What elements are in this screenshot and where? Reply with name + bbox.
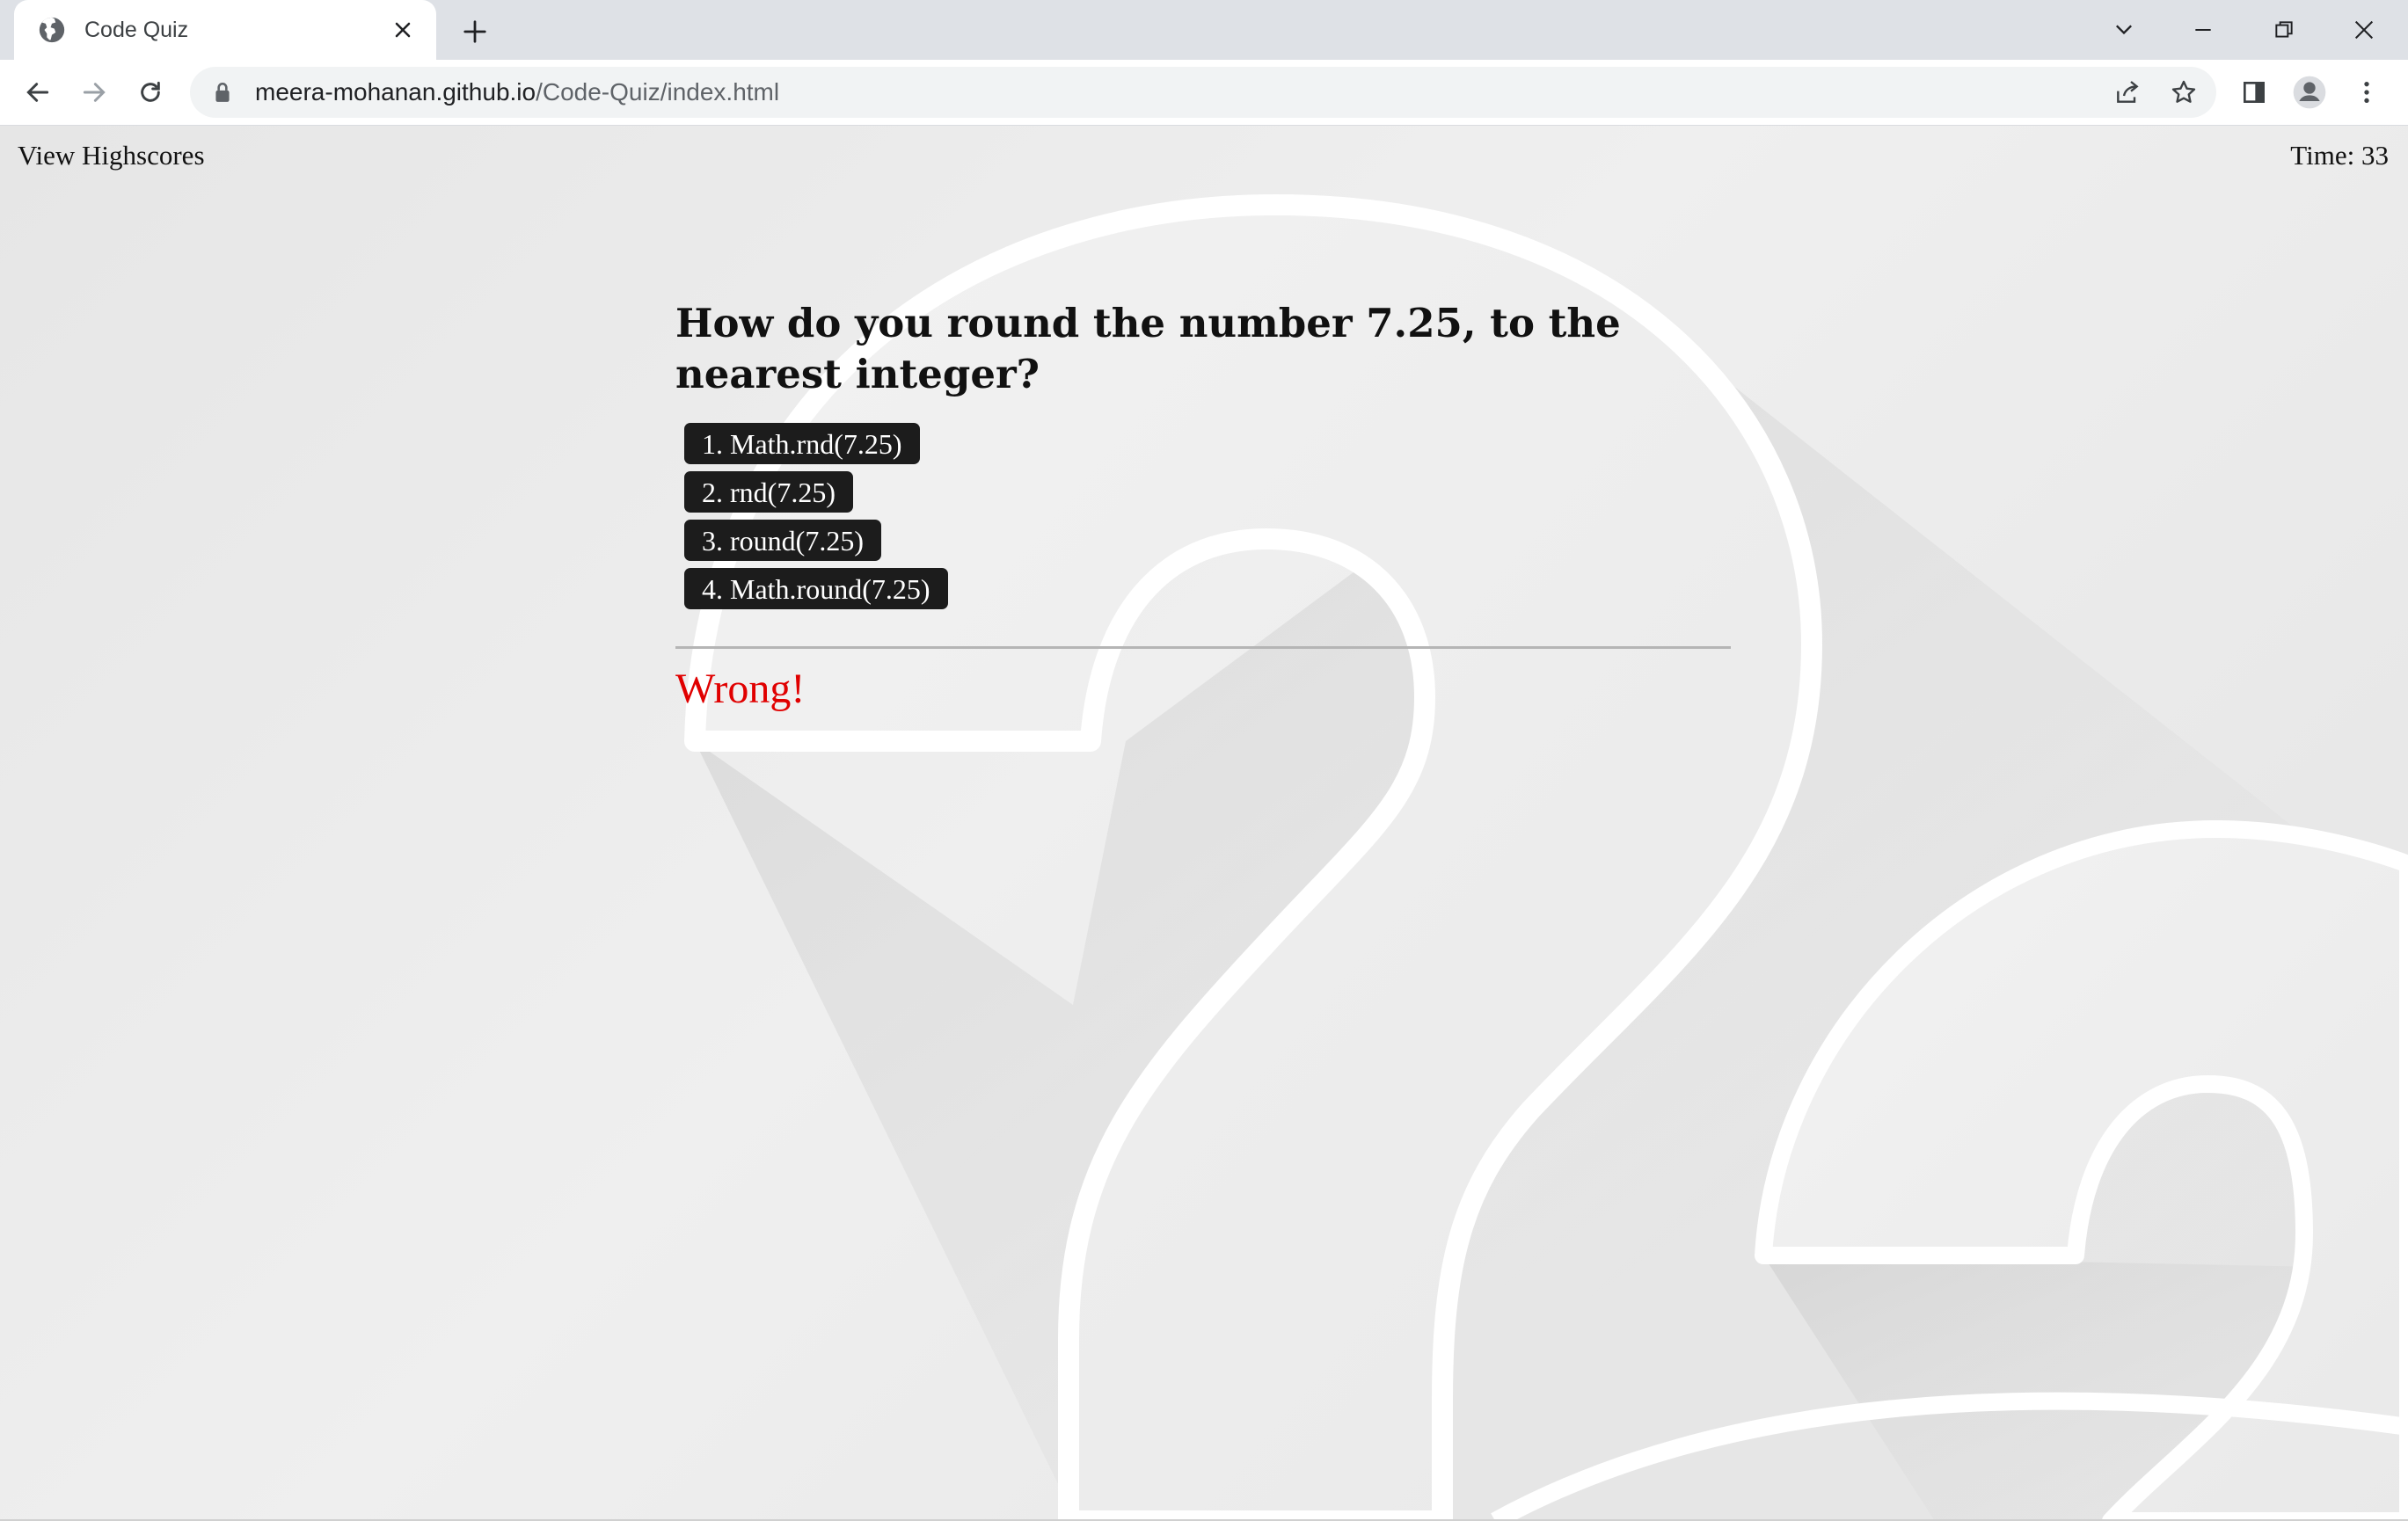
chevron-down-icon: [2116, 25, 2132, 35]
menu-button[interactable]: [2346, 72, 2387, 113]
choice-button-2[interactable]: 2. rnd(7.25): [684, 471, 853, 513]
side-panel-icon: [2244, 82, 2265, 103]
answer-feedback: Wrong!: [675, 666, 806, 712]
choice-button-3[interactable]: 3. round(7.25): [684, 520, 881, 561]
page-viewport: View Highscores Time: 33 How do you roun…: [0, 126, 2408, 1521]
question-title: How do you round the number 7.25, to the…: [675, 300, 1621, 397]
timer: Time: 33: [2290, 140, 2389, 171]
avatar-icon: [2293, 76, 2326, 109]
share-icon: [2117, 81, 2139, 103]
restore-button[interactable]: [2258, 9, 2310, 51]
lock-icon[interactable]: [213, 81, 232, 104]
close-tab-icon[interactable]: [390, 18, 415, 42]
globe-icon: [39, 17, 65, 43]
back-button[interactable]: [18, 72, 58, 113]
reload-button[interactable]: [130, 72, 171, 113]
tab-title: Code Quiz: [84, 17, 189, 42]
close-icon: [2354, 20, 2374, 40]
choice-button-4[interactable]: 4. Math.round(7.25): [684, 568, 948, 609]
restore-icon: [2275, 21, 2293, 38]
url-path: /Code-Quiz/index.html: [536, 78, 780, 106]
choice-list: 1. Math.rnd(7.25) 2. rnd(7.25) 3. round(…: [684, 423, 1731, 616]
kebab-menu-icon: [2364, 82, 2369, 103]
arrow-right-icon: [83, 83, 106, 102]
minimize-button[interactable]: [2177, 9, 2229, 51]
view-highscores-link[interactable]: View Highscores: [18, 140, 205, 171]
browser-tabstrip: Code Quiz: [0, 0, 2408, 60]
tab-search-button[interactable]: [2098, 9, 2150, 51]
arrow-left-icon: [26, 83, 49, 102]
quiz-card: How do you round the number 7.25, to the…: [675, 298, 1731, 713]
divider: [675, 646, 1731, 649]
minimize-icon: [2195, 29, 2211, 31]
address-bar[interactable]: meera-mohanan.github.io/Code-Quiz/index.…: [190, 67, 2216, 118]
bookmark-button[interactable]: [2165, 74, 2202, 111]
plus-icon: [463, 20, 486, 43]
star-icon: [2171, 80, 2196, 103]
browser-tab[interactable]: Code Quiz: [14, 0, 436, 60]
new-tab-button[interactable]: [456, 12, 494, 51]
profile-button[interactable]: [2289, 72, 2330, 113]
side-panel-button[interactable]: [2234, 72, 2274, 113]
reload-icon: [141, 81, 160, 102]
browser-toolbar: meera-mohanan.github.io/Code-Quiz/index.…: [0, 60, 2408, 126]
close-window-button[interactable]: [2338, 9, 2390, 51]
share-button[interactable]: [2109, 74, 2146, 111]
forward-button[interactable]: [74, 72, 114, 113]
choice-button-1[interactable]: 1. Math.rnd(7.25): [684, 423, 920, 464]
url-text: meera-mohanan.github.io/Code-Quiz/index.…: [255, 78, 779, 106]
url-host: meera-mohanan.github.io: [255, 78, 536, 106]
